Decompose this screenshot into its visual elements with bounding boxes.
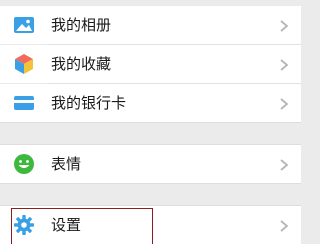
menu-item-bank-card[interactable]: 我的银行卡	[0, 84, 301, 122]
chevron-right-icon	[277, 96, 291, 110]
favorites-cube-icon	[13, 53, 35, 75]
chevron-right-icon	[277, 157, 291, 171]
menu-item-album[interactable]: 我的相册	[0, 6, 301, 44]
bank-card-icon	[13, 92, 35, 114]
menu-item-label: 我的银行卡	[51, 94, 127, 112]
menu-item-label: 设置	[51, 216, 82, 234]
group-bottom-border	[0, 183, 301, 184]
emoji-smile-icon	[13, 153, 35, 175]
chevron-right-icon	[277, 218, 291, 232]
chevron-right-icon	[277, 18, 291, 32]
me-tab-screen: 我的相册 我的收藏 我的银行卡 表情 设置	[0, 0, 301, 244]
menu-item-label: 我的收藏	[51, 55, 112, 73]
group-bottom-border	[0, 122, 301, 123]
chevron-right-icon	[277, 57, 291, 71]
menu-item-settings[interactable]: 设置	[0, 206, 301, 244]
settings-gear-icon	[13, 214, 35, 236]
menu-item-label: 我的相册	[51, 16, 112, 34]
menu-item-emoji[interactable]: 表情	[0, 145, 301, 183]
menu-item-favorites[interactable]: 我的收藏	[0, 45, 301, 83]
menu-item-label: 表情	[51, 155, 82, 173]
photo-album-icon	[13, 14, 35, 36]
